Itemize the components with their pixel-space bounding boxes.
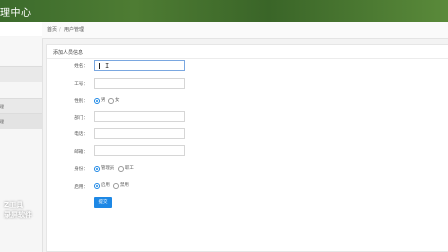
dept-input[interactable]: [94, 111, 185, 122]
sidebar-item-label: 理: [0, 104, 4, 109]
app-title: 理中心: [0, 8, 32, 19]
submit-button[interactable]: 提交: [94, 197, 112, 208]
status-disabled-label: 禁用: [120, 183, 129, 188]
phone-input[interactable]: [94, 128, 185, 139]
gender-male-label: 男: [101, 98, 106, 103]
role-admin-label: 管理员: [101, 166, 115, 171]
id-input[interactable]: [94, 78, 185, 89]
sidebar-group-header[interactable]: [0, 66, 42, 82]
panel-divider: [47, 58, 448, 59]
email-label: 邮箱：: [74, 150, 88, 155]
email-input[interactable]: [94, 145, 185, 156]
breadcrumb-current: 用户管理: [64, 27, 85, 33]
sidebar-item-2[interactable]: 理: [0, 113, 42, 129]
text-cursor: [99, 63, 100, 69]
gender-female-radio[interactable]: [108, 98, 114, 104]
id-label: 工号：: [74, 82, 88, 87]
watermark-line1: Z工具: [4, 201, 24, 209]
watermark-line2: 录屏软件: [4, 211, 32, 219]
role-label: 身份：: [74, 167, 88, 172]
role-admin-radio[interactable]: [94, 166, 100, 172]
ibeam-cursor-icon: I: [105, 62, 110, 70]
sidebar-item-1[interactable]: 理: [0, 98, 42, 114]
watermark-logo: Z工具 录屏软件: [4, 200, 42, 230]
sidebar-top-block: [0, 22, 42, 36]
role-staff-label: 职工: [125, 166, 134, 171]
breadcrumb-home[interactable]: 首页: [47, 22, 57, 38]
status-label: 启用：: [74, 185, 88, 190]
status-enabled-radio[interactable]: [94, 183, 100, 189]
status-enabled-label: 启用: [101, 183, 110, 188]
status-disabled-radio[interactable]: [113, 183, 119, 189]
name-input[interactable]: I: [94, 60, 185, 71]
sidebar-item-label: 理: [0, 119, 4, 124]
phone-label: 电话：: [74, 132, 88, 137]
gender-label: 性别：: [74, 99, 88, 104]
dept-label: 部门：: [74, 116, 88, 121]
name-label: 姓名：: [74, 64, 88, 69]
breadcrumb: 首页 / 用户管理: [42, 22, 448, 39]
panel-title: 添加人员信息: [53, 50, 84, 56]
breadcrumb-separator: /: [59, 27, 61, 33]
sidebar-spacer: [0, 37, 42, 65]
app-header: 理中心: [0, 0, 448, 22]
gender-female-label: 女: [115, 98, 120, 103]
gender-male-radio[interactable]: [94, 98, 100, 104]
role-staff-radio[interactable]: [118, 166, 124, 172]
